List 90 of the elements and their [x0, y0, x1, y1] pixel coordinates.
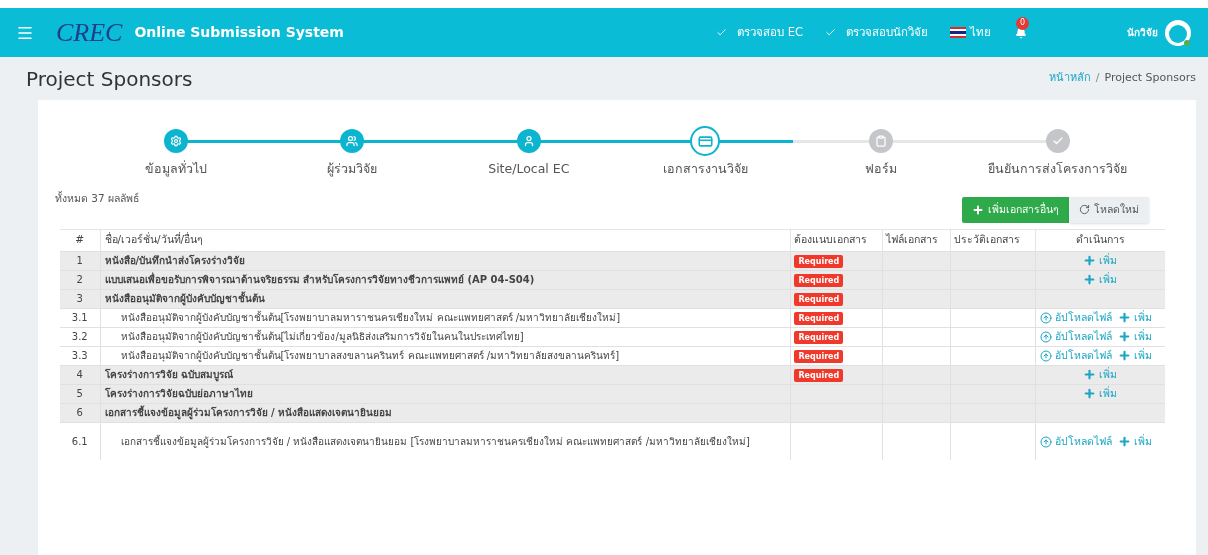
required-badge: Required — [794, 293, 844, 307]
plus-icon — [1117, 349, 1131, 363]
document-name: เอกสารชี้แจงข้อมูลผู้ร่วมโครงการวิจัย / หนังสือแสดงเจตนายินยอม — [100, 403, 791, 423]
column-header: ต้องแนบเอกสาร — [790, 229, 883, 252]
page-title: Project Sponsors — [26, 65, 193, 93]
document-name: เอกสารชี้แจงข้อมูลผู้ร่วมโครงการวิจัย / หนังสือแสดงเจตนายินยอม [โรงพยาบาลมหาราชนครเชียงใหม่ คณะแพทยศาสตร์ /มหาวิทยาลัยเชียงใหม่] — [100, 422, 791, 461]
add-document-button[interactable]: เพิ่มเอกสารอื่นๆ — [962, 196, 1069, 223]
plus-icon — [1083, 273, 1097, 287]
user-icon — [522, 135, 535, 147]
required-badge: Required — [794, 369, 844, 383]
add-link[interactable]: เพิ่ม — [1083, 252, 1118, 269]
row-number: 6 — [60, 403, 100, 423]
row-number: 3 — [60, 289, 100, 309]
reload-button[interactable]: โหลดใหม่ — [1069, 196, 1149, 223]
add-link[interactable]: เพิ่ม — [1117, 347, 1152, 364]
check-icon — [1051, 135, 1064, 147]
plus-icon — [1117, 435, 1131, 448]
card-icon — [697, 133, 713, 149]
step-label: Site/Local EC — [488, 160, 570, 178]
upload-icon — [1039, 330, 1052, 343]
row-number: 3.3 — [60, 346, 100, 366]
step-label: ผู้ร่วมวิจัย — [327, 160, 378, 179]
required-badge: Required — [794, 331, 844, 345]
check-icon — [825, 27, 836, 38]
reload-icon — [1079, 204, 1090, 216]
upload-file-link[interactable]: อัปโหลดไฟล์ — [1039, 347, 1112, 364]
add-link[interactable]: เพิ่ม — [1083, 366, 1118, 383]
add-link[interactable]: เพิ่ม — [1117, 309, 1152, 326]
row-number: 6.1 — [60, 422, 100, 461]
upload-icon — [1039, 435, 1052, 448]
row-number: 3.1 — [60, 308, 100, 328]
bell-icon[interactable] — [1015, 26, 1027, 39]
document-name: หนังสือ/บันทึกนำส่งโครงร่างวิจัย — [100, 251, 791, 271]
upload-icon — [1039, 311, 1052, 324]
row-number: 1 — [60, 251, 100, 271]
column-header: ชื่อ/เวอร์ชั่น/วันที่/อื่นๆ — [100, 229, 791, 252]
breadcrumb-current-page: Project Sponsors — [1104, 70, 1196, 87]
add-link[interactable]: เพิ่ม — [1083, 271, 1118, 288]
required-badge: Required — [794, 312, 844, 326]
upload-icon — [1039, 349, 1052, 362]
document-name: หนังสืออนุมัติจากผู้บังคับบัญชาชั้นต้น[ไม่เกี่ยวข้อง/มูลนิธิส่งเสริมการวิจัยในคนในประเทศไทย] — [100, 327, 791, 347]
nav-link[interactable]: ตรวจสอบ EC — [716, 23, 803, 42]
flag-icon — [950, 27, 966, 38]
column-header: # — [60, 229, 100, 252]
document-name: แบบเสนอเพื่อขอรับการพิจารณาด้านจริยธรรม สำหรับโครงการวิจัยทางชีวการแพทย์ (AP 04-S04) — [100, 270, 791, 290]
row-number: 2 — [60, 270, 100, 290]
row-number: 4 — [60, 365, 100, 385]
column-header: ดำเนินการ — [1035, 229, 1165, 252]
upload-file-link[interactable]: อัปโหลดไฟล์ — [1039, 309, 1112, 326]
step-label: เอกสารงานวิจัย — [662, 160, 748, 178]
plus-icon — [1117, 330, 1131, 344]
nav-link[interactable]: ตรวจสอบนักวิจัย — [825, 23, 928, 42]
breadcrumb-separator: / — [1095, 70, 1100, 87]
document-name: โครงร่างการวิจัยฉบับย่อภาษาไทย — [100, 384, 791, 404]
document-name: หนังสืออนุมัติจากผู้บังคับบัญชาชั้นต้น[โรงพยาบาลสงขลานครินทร์ คณะแพทยศาสตร์ /มหาวิทยาลัยสงขลานครินทร์] — [100, 346, 791, 366]
check-icon — [716, 27, 728, 38]
step-label: ฟอร์ม — [865, 160, 898, 178]
step-label: ยืนยันการส่งโครงการวิจัย — [988, 160, 1128, 178]
language-selector[interactable]: ไทย — [950, 23, 991, 42]
add-link[interactable]: เพิ่ม — [1117, 433, 1152, 450]
row-number: 3.2 — [60, 327, 100, 347]
step-label: ข้อมูลทั่วไป — [145, 160, 208, 179]
users-icon — [346, 135, 359, 147]
clipboard-icon — [875, 135, 888, 147]
column-header: ไฟล์เอกสาร — [883, 229, 951, 252]
plus-icon — [1083, 254, 1097, 268]
row-number: 5 — [60, 384, 100, 404]
result-count: ทั้งหมด 37 ผลลัพธ์ — [55, 190, 140, 206]
breadcrumb-link[interactable]: หน้าหลัก — [1048, 70, 1091, 87]
add-link[interactable]: เพิ่ม — [1117, 328, 1152, 345]
required-badge: Required — [794, 350, 844, 364]
required-badge: Required — [794, 255, 844, 269]
gear-icon — [170, 135, 183, 147]
upload-file-link[interactable]: อัปโหลดไฟล์ — [1039, 328, 1112, 345]
required-badge: Required — [794, 274, 844, 288]
app-title: Online Submission System — [134, 23, 344, 42]
logo: CREC — [56, 17, 123, 49]
column-header: ประวัติเอกสาร — [950, 229, 1035, 252]
document-name: หนังสืออนุมัติจากผู้บังคับบัญชาชั้นต้น[โรงพยาบาลมหาราชนครเชียงใหม่ คณะแพทยศาสตร์ /มหาวิทยาลัยเชียงใหม่] — [100, 308, 791, 328]
plus-icon — [1083, 387, 1097, 401]
plus-icon — [972, 203, 984, 216]
document-name: หนังสืออนุมัติจากผู้บังคับบัญชาชั้นต้น — [100, 289, 791, 309]
upload-file-link[interactable]: อัปโหลดไฟล์ — [1039, 433, 1112, 450]
document-name: โครงร่างการวิจัย ฉบับสมบูรณ์ — [100, 365, 791, 385]
plus-icon — [1083, 368, 1097, 382]
user-name: นักวิจัย — [1127, 26, 1158, 40]
avatar-icon[interactable] — [1164, 18, 1192, 47]
notification-badge: 0 — [1016, 16, 1029, 30]
plus-icon — [1117, 311, 1131, 325]
add-link[interactable]: เพิ่ม — [1083, 385, 1118, 402]
